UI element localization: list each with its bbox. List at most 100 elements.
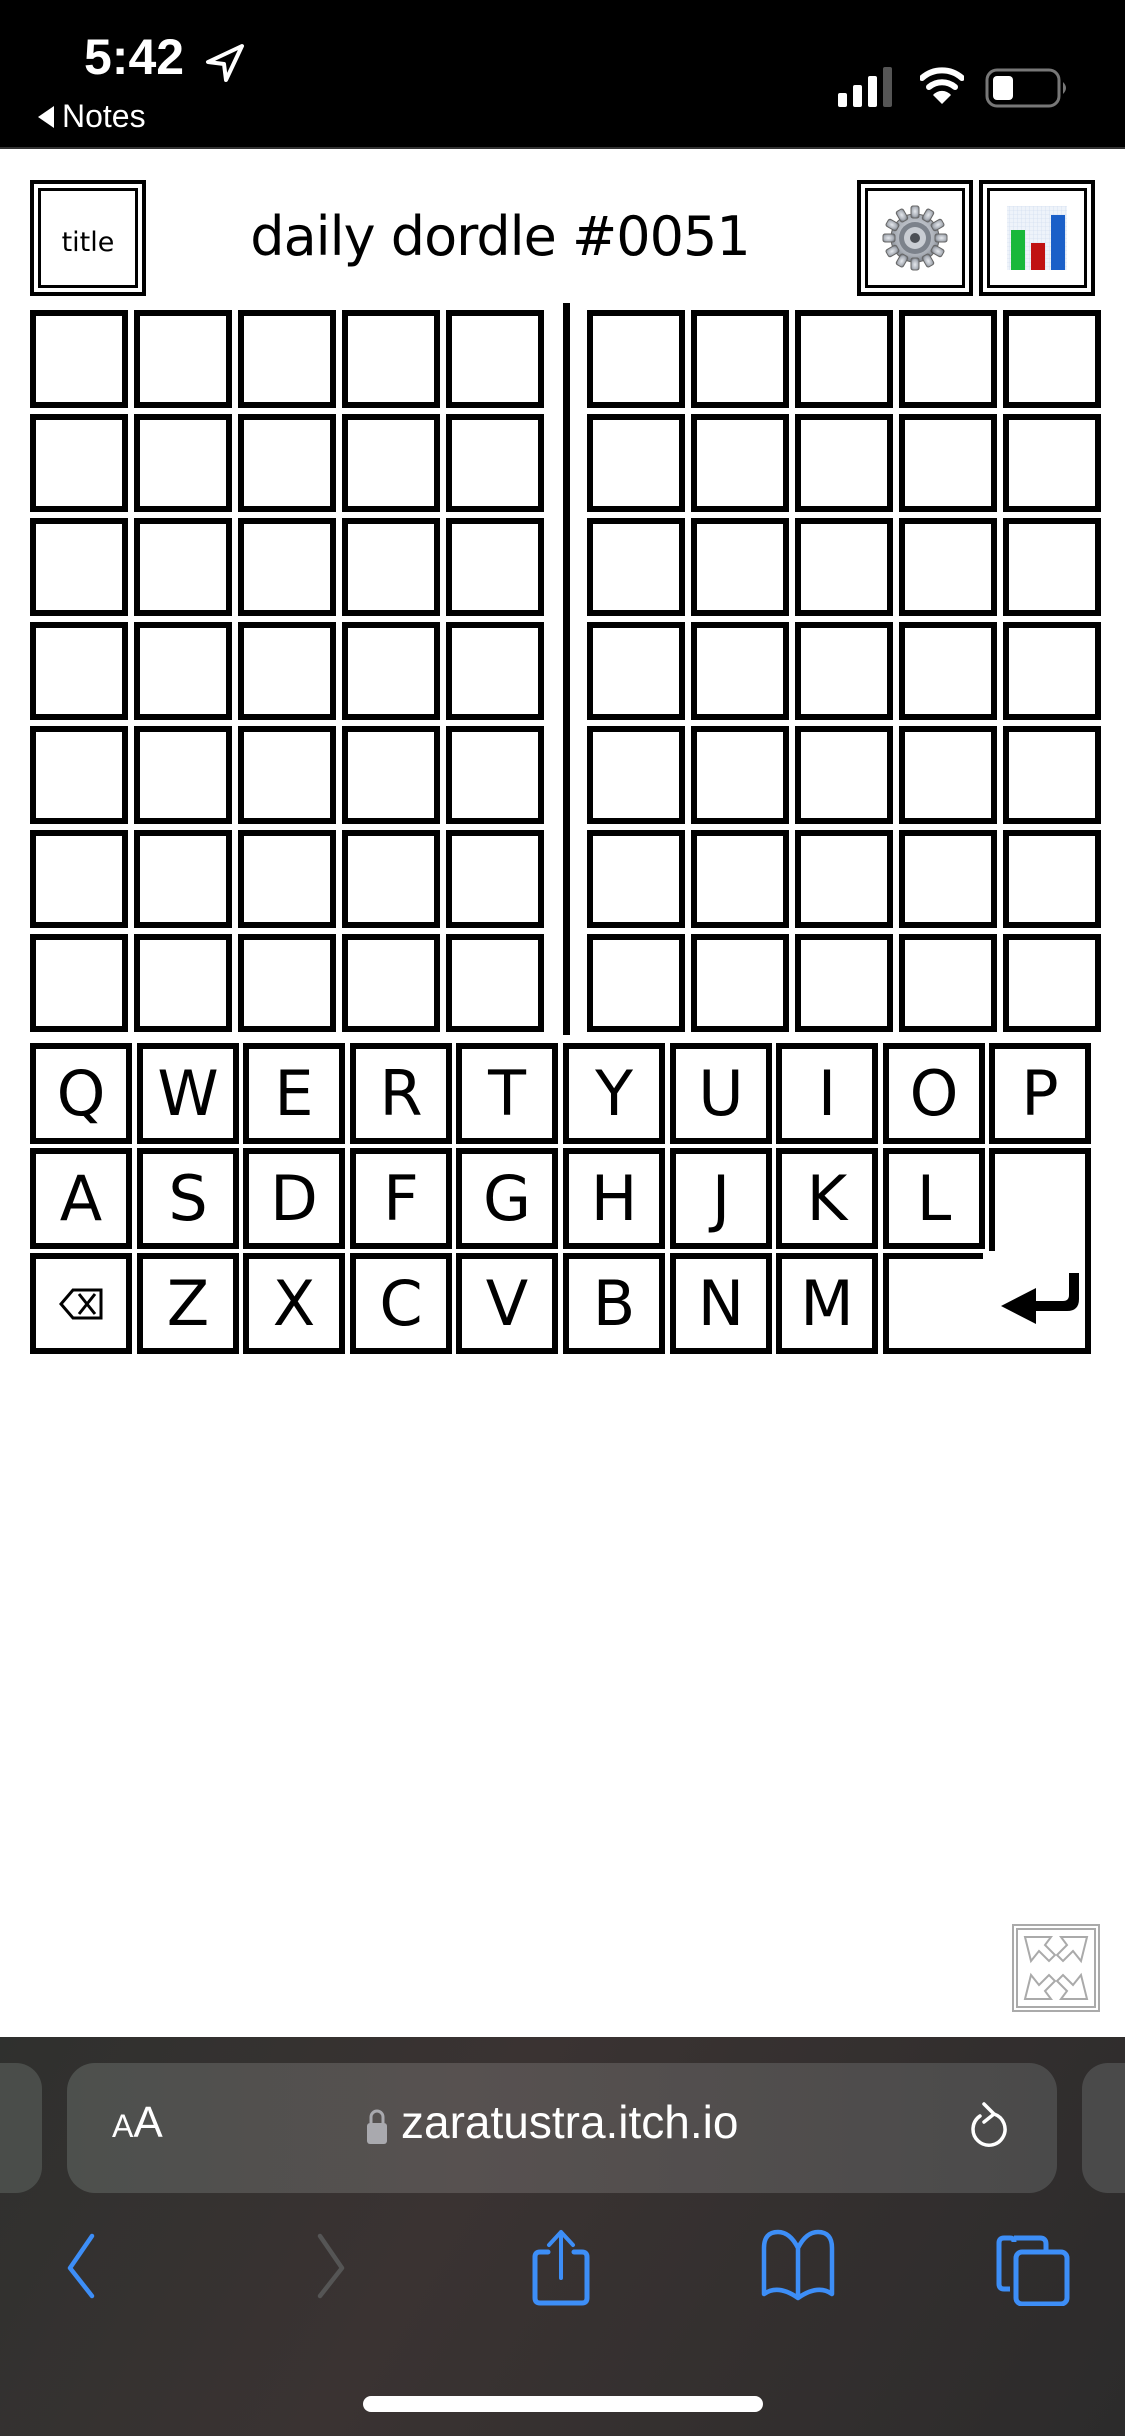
board-right-cell [691,310,789,408]
board-right-cell [1003,726,1101,824]
board-right-cell [795,934,893,1032]
key-o[interactable]: O [883,1043,985,1144]
fullscreen-expand-icon[interactable] [1011,1923,1101,2013]
key-k[interactable]: K [776,1148,878,1249]
key-s[interactable]: S [137,1148,239,1249]
bar-chart-icon [1007,206,1067,270]
key-g[interactable]: G [456,1148,558,1249]
board-left-cell [342,518,440,616]
wifi-icon [920,67,964,104]
board-right-cell [587,726,685,824]
key-b[interactable]: B [563,1253,665,1354]
next-tab-preview[interactable] [1082,2063,1125,2193]
board-right-cell [795,310,893,408]
board-right-cell [899,830,997,928]
key-c[interactable]: C [350,1253,452,1354]
board-left-cell [30,414,128,512]
battery-icon [985,68,1066,108]
key-e[interactable]: E [243,1043,345,1144]
board-right-cell [587,414,685,512]
url-text[interactable]: zaratustra.itch.io [401,2095,738,2149]
board-left-cell [446,518,544,616]
board-left-cell [134,622,232,720]
settings-button[interactable] [857,180,973,296]
share-icon[interactable] [528,2228,594,2308]
board-left-cell [238,830,336,928]
board-right-cell [587,518,685,616]
board-right-cell [691,726,789,824]
statistics-button[interactable] [979,180,1095,296]
board-left-cell [238,622,336,720]
key-q[interactable]: Q [30,1043,132,1144]
board-right-cell [795,830,893,928]
board-right-cell [587,934,685,1032]
back-to-notes-link[interactable]: Notes [38,98,146,135]
board-right-cell [1003,934,1101,1032]
key-f[interactable]: F [350,1148,452,1249]
board-right-cell [691,934,789,1032]
board-right-cell [899,726,997,824]
back-triangle-icon [38,105,54,128]
board-left-cell [134,414,232,512]
key-z[interactable]: Z [137,1253,239,1354]
key-v[interactable]: V [456,1253,558,1354]
lock-icon [367,2109,387,2144]
board-right-cell [691,414,789,512]
key-h[interactable]: H [563,1148,665,1249]
board-divider [563,303,570,1035]
gear-icon [882,205,948,271]
board-right-cell [795,518,893,616]
key-i[interactable]: I [776,1043,878,1144]
tabs-icon[interactable] [996,2234,1070,2306]
key-p[interactable]: P [989,1043,1091,1144]
enter-key[interactable] [883,1148,1091,1354]
text-size-large-a: A [133,2098,163,2147]
signal-icon [838,67,892,107]
board-left-cell [134,934,232,1032]
title-button[interactable]: title [30,180,146,296]
previous-tab-preview[interactable] [0,2063,42,2193]
board-left-cell [30,622,128,720]
key-j[interactable]: J [670,1148,772,1249]
board-right-cell [795,726,893,824]
board-left-cell [30,518,128,616]
key-y[interactable]: Y [563,1043,665,1144]
board-left-cell [238,414,336,512]
text-size-button[interactable]: AA [112,2098,163,2148]
board-left-cell [342,726,440,824]
board-left-cell [238,310,336,408]
back-icon[interactable] [62,2228,106,2304]
key-a[interactable]: A [30,1148,132,1249]
board-left-cell [30,726,128,824]
title-button-label: title [61,227,115,258]
backspace-key[interactable] [30,1253,132,1354]
key-n[interactable]: N [670,1253,772,1354]
board-right-cell [587,310,685,408]
board-left-cell [30,934,128,1032]
key-x[interactable]: X [243,1253,345,1354]
board-right-cell [899,934,997,1032]
board-right-cell [587,830,685,928]
reload-icon[interactable] [964,2098,1008,2154]
board-left-cell [30,830,128,928]
back-app-label: Notes [62,98,146,134]
board-right-cell [899,414,997,512]
board-right-cell [1003,414,1101,512]
bookmarks-icon[interactable] [760,2228,836,2304]
key-w[interactable]: W [137,1043,239,1144]
board-left-cell [342,414,440,512]
board-left-cell [446,830,544,928]
board-left-cell [238,518,336,616]
key-d[interactable]: D [243,1148,345,1249]
text-size-small-a: A [112,2108,134,2144]
key-u[interactable]: U [670,1043,772,1144]
board-right-cell [899,622,997,720]
key-r[interactable]: R [350,1043,452,1144]
key-m[interactable]: M [776,1253,878,1354]
board-right-cell [691,830,789,928]
board-left-cell [446,414,544,512]
home-indicator[interactable] [363,2396,763,2412]
board-right-cell [1003,622,1101,720]
key-t[interactable]: T [456,1043,558,1144]
board-left-cell [238,726,336,824]
